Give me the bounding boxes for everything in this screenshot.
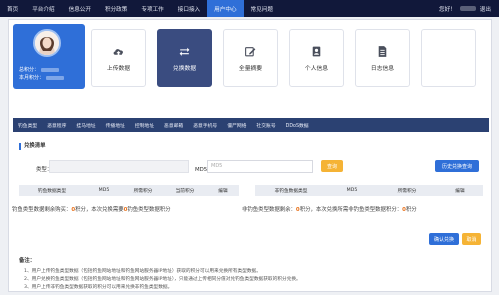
nav-api-access[interactable]: 接口接入	[171, 0, 207, 17]
summary-text: 钓鱼类型数据剩余购买：	[12, 207, 72, 213]
subnav-phishing[interactable]: 钓鱼类型	[13, 122, 42, 129]
subnav-malicious-email[interactable]: 恶意邮箱	[159, 122, 188, 129]
subnav-control-url[interactable]: 控制地址	[130, 122, 159, 129]
col-edit: 编辑	[455, 188, 465, 194]
note-item: 3、用户上传非钓鱼类型数据获取的积分可以用来兑换非钓鱼类型数据。	[24, 285, 173, 290]
subnav-trojan-url[interactable]: 挂马地址	[71, 122, 100, 129]
type-select[interactable]	[49, 160, 189, 173]
nav-info-disclosure[interactable]: 信息公开	[62, 0, 98, 17]
col-phishing-type: 钓鱼数据类型	[37, 188, 67, 194]
subnav-ddos[interactable]: DDoS数据	[281, 122, 314, 129]
history-exchange-button[interactable]: 历史兑换查询	[435, 160, 479, 172]
monthly-points-label: 本月积分：	[19, 75, 45, 81]
col-required-points: 所需积分	[397, 188, 417, 194]
subnav-malicious-phone[interactable]: 恶意手机号	[188, 122, 222, 129]
profile-card: 总积分： 本月积分：	[13, 24, 85, 89]
subnav-malware[interactable]: 恶意程序	[42, 122, 71, 129]
document-icon	[378, 45, 387, 57]
user-area: 您好！ 退出	[439, 0, 491, 17]
summary-text: 积分，本次兑换所需非钓鱼类型数据积分：	[299, 207, 403, 213]
data-type-subnav: 钓鱼类型 恶意程序 挂马地址 传播地址 控制地址 恶意邮箱 恶意手机号 僵尸网络…	[13, 118, 489, 132]
top-nav: 首页 平台介绍 信息公开 积分政策 专项工作 接口接入 用户中心 常见问题 您好…	[0, 0, 499, 17]
confirm-exchange-button[interactable]: 确认兑换	[429, 233, 459, 245]
monthly-points-redacted	[46, 75, 65, 80]
tile-empty	[421, 29, 476, 87]
col-non-phishing-type: 非钓鱼数据类型	[274, 188, 308, 194]
summary-text: 非钓鱼类型数据剩余：	[242, 207, 296, 213]
col-edit: 编辑	[218, 188, 228, 194]
tile-upload-label: 上传数据	[106, 65, 131, 72]
col-md5: MD5	[346, 188, 358, 193]
exchange-list-title: 兑换清单	[19, 143, 46, 150]
subnav-social-account[interactable]: 社交账号	[251, 122, 280, 129]
notes-title: 备注：	[19, 258, 36, 264]
nav-user-center[interactable]: 用户中心	[207, 0, 244, 17]
phishing-table-header: 钓鱼数据类型 MD5 所需积分 当前积分 编辑	[19, 185, 239, 196]
nav-platform-intro[interactable]: 平台介绍	[25, 0, 61, 17]
avatar	[33, 29, 61, 57]
subnav-botnet[interactable]: 僵尸网络	[222, 122, 251, 129]
md5-input[interactable]: MD5	[207, 160, 313, 173]
greeting-text: 您好！	[439, 6, 456, 13]
main-panel: 总积分： 本月积分： 上传数据 兑换数据 全量摘要 个人信息 日志信息 钓鱼类型…	[8, 19, 492, 292]
nav-faq[interactable]: 常见问题	[244, 0, 280, 17]
contact-card-icon	[312, 46, 321, 56]
summary-text: 积分	[405, 207, 417, 213]
nav-points-policy[interactable]: 积分政策	[98, 0, 134, 17]
nav-special-work[interactable]: 专项工作	[134, 0, 170, 17]
tile-exchange-label: 兑换数据	[172, 65, 197, 72]
tile-log-label: 日志信息	[370, 65, 395, 72]
tile-exchange-data[interactable]: 兑换数据	[157, 29, 212, 87]
phishing-points-summary: 钓鱼类型数据剩余购买：0积分，本次兑换需要0钓鱼类型数据积分	[12, 205, 171, 213]
non-phishing-table-header: 非钓鱼数据类型 MD5 所需积分 编辑	[255, 185, 483, 196]
tile-summary-label: 全量摘要	[238, 65, 263, 72]
nav-home[interactable]: 首页	[0, 0, 25, 17]
edit-icon	[245, 46, 256, 56]
tile-upload-data[interactable]: 上传数据	[91, 29, 146, 87]
cancel-button[interactable]: 取消	[462, 233, 481, 245]
tile-personal-label: 个人信息	[304, 65, 329, 72]
logout-link[interactable]: 退出	[480, 5, 491, 13]
non-phishing-points-summary: 非钓鱼类型数据剩余：0积分，本次兑换所需非钓鱼类型数据积分：0积分	[242, 205, 417, 213]
tile-log-info[interactable]: 日志信息	[355, 29, 410, 87]
monthly-points-line: 本月积分：	[19, 74, 65, 81]
summary-text: 钓鱼类型数据积分	[127, 207, 171, 213]
note-item: 2、用户兑换钓鱼类型数据（包括钓鱼网站地址和钓鱼网站服务器IP地址），只能通过上…	[24, 277, 301, 282]
search-button[interactable]: 查询	[321, 160, 343, 172]
cloud-upload-icon	[113, 48, 123, 55]
subnav-spread-url[interactable]: 传播地址	[101, 122, 130, 129]
note-item: 1、用户上传钓鱼类型数据（包括钓鱼网站地址和钓鱼网站服务器IP地址）获取的积分可…	[24, 269, 261, 274]
total-points-line: 总积分：	[19, 66, 60, 73]
tile-personal-info[interactable]: 个人信息	[289, 29, 344, 87]
total-points-redacted	[41, 67, 60, 72]
summary-text: 积分，本次兑换需要	[75, 207, 124, 213]
col-md5: MD5	[98, 188, 110, 193]
col-current-points: 当前积分	[175, 188, 195, 194]
total-points-label: 总积分：	[19, 67, 40, 73]
username-redacted	[459, 6, 476, 11]
col-required-points: 所需积分	[133, 188, 153, 194]
tile-full-summary[interactable]: 全量摘要	[223, 29, 278, 87]
exchange-arrows-icon	[179, 47, 190, 56]
